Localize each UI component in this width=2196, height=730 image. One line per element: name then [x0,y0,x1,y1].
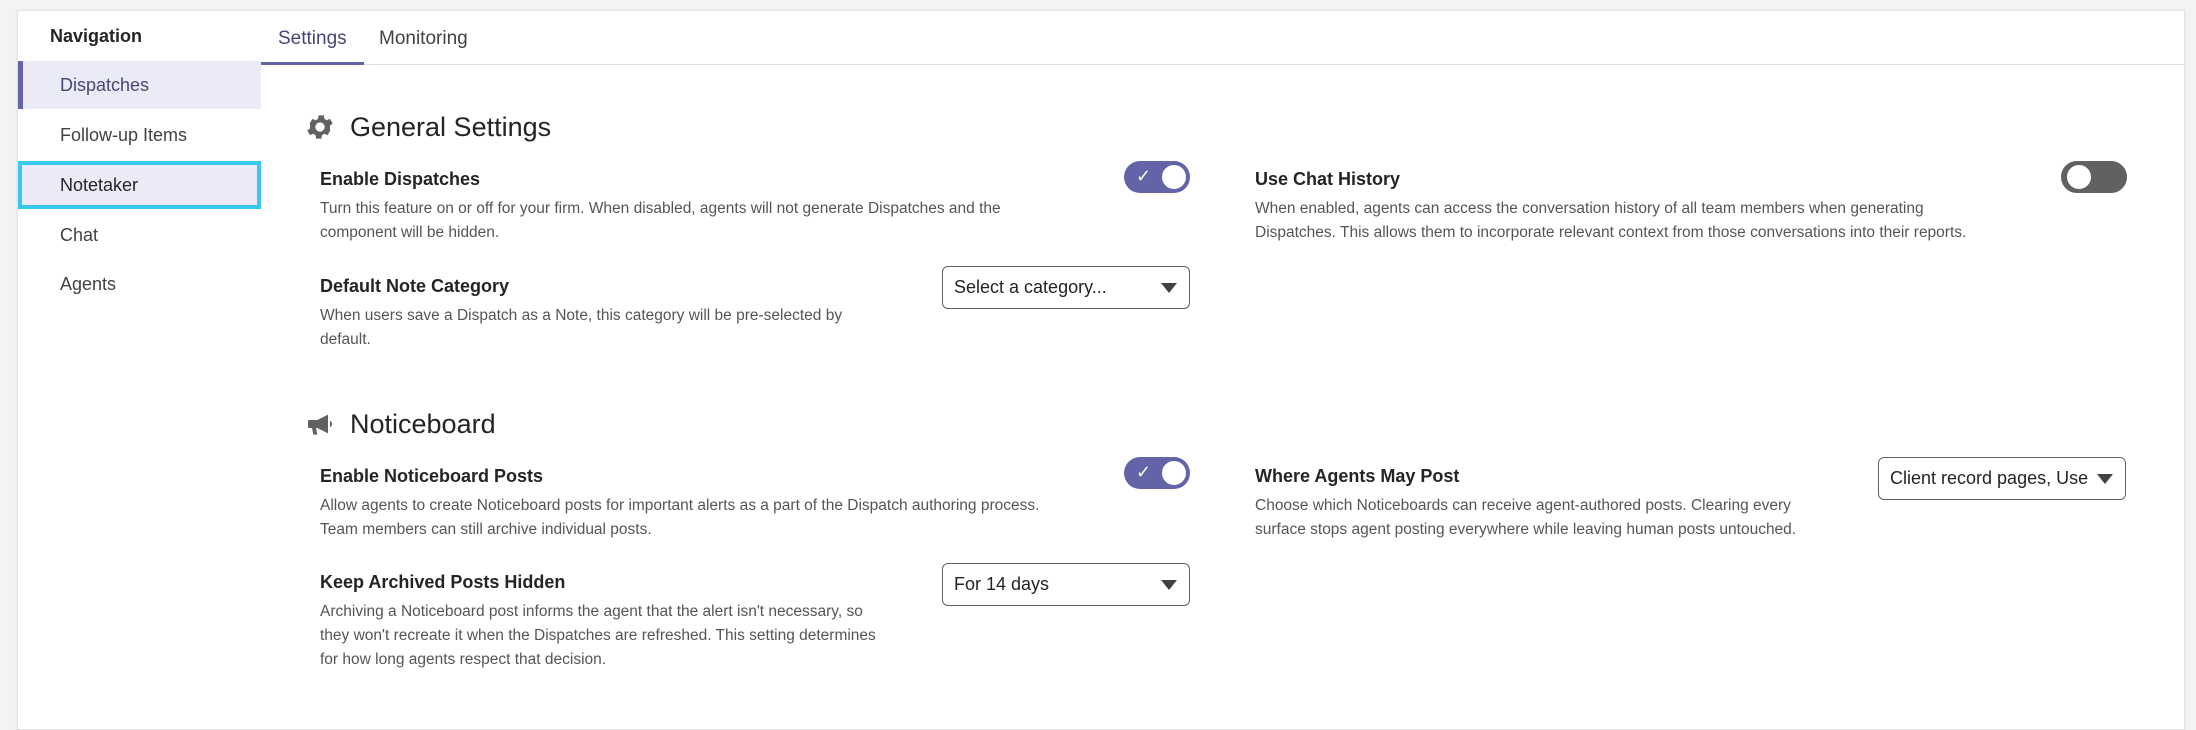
keep-archived-posts-hidden-label: Keep Archived Posts Hidden [320,572,566,592]
enable-noticeboard-posts-label: Enable Noticeboard Posts [320,466,544,486]
keep-archived-desc-line2: they won't recreate it when the Dispatch… [320,627,876,644]
enable-dispatches-desc-line2: component will be hidden. [320,224,500,241]
checkmark-icon: ✓ [1136,166,1152,186]
where-agents-may-post-label: Where Agents May Post [1255,466,1460,486]
tab-settings[interactable]: Settings [261,11,364,65]
enable-dispatches-description: Turn this feature on or off for your fir… [320,197,1001,245]
sidebar-item-dispatches[interactable]: Dispatches [18,61,261,109]
sidebar-item-follow-up-items[interactable]: Follow-up Items [18,111,261,159]
use-chat-history-description: When enabled, agents can access the conv… [1255,197,1966,245]
general-settings-title: General Settings [350,111,552,142]
enable-noticeboard-posts-desc-line2: Team members can still archive individua… [320,521,652,538]
gear-icon [304,111,336,143]
sidebar-item-notetaker[interactable]: Notetaker [18,161,261,209]
default-note-category-label: Default Note Category [320,276,510,296]
default-note-category-placeholder: Select a category... [954,277,1107,297]
use-chat-history-desc-line1: When enabled, agents can access the conv… [1255,200,1924,217]
where-agents-may-post-select[interactable]: Client record pages, Use [1878,457,2126,500]
where-agents-may-post-desc-line1: Choose which Noticeboards can receive ag… [1255,497,1791,514]
noticeboard-heading: Noticeboard [304,408,496,440]
enable-dispatches-desc-line1: Turn this feature on or off for your fir… [320,200,1001,217]
sidebar-navigation: Navigation Dispatches Follow-up Items No… [18,11,261,721]
enable-noticeboard-posts-description: Allow agents to create Noticeboard posts… [320,494,1039,542]
enable-noticeboard-posts-toggle[interactable]: ✓ [1124,457,1190,489]
megaphone-icon [304,408,336,440]
use-chat-history-desc-line2: Dispatches. This allows them to incorpor… [1255,224,1967,241]
chevron-down-icon [1161,283,1177,293]
default-note-category-description: When users save a Dispatch as a Note, th… [320,304,842,352]
use-chat-history-toggle[interactable] [2061,161,2127,193]
enable-dispatches-label: Enable Dispatches [320,169,481,189]
where-agents-may-post-desc-line2: surface stops agent posting everywhere w… [1255,521,1797,538]
noticeboard-title: Noticeboard [350,408,496,439]
toggle-knob [2067,165,2091,189]
tab-bar: Settings Monitoring [261,11,2186,65]
sidebar-item-agents[interactable]: Agents [18,260,261,308]
toggle-knob [1162,461,1186,485]
general-settings-heading: General Settings [304,111,551,143]
where-agents-may-post-description: Choose which Noticeboards can receive ag… [1255,494,1796,542]
toggle-knob [1162,165,1186,189]
app-frame: Navigation Dispatches Follow-up Items No… [17,10,2186,730]
keep-archived-posts-hidden-description: Archiving a Noticeboard post informs the… [320,600,876,672]
enable-noticeboard-posts-desc-line1: Allow agents to create Noticeboard posts… [320,497,1040,514]
keep-archived-posts-hidden-select[interactable]: For 14 days [942,563,1190,606]
enable-dispatches-toggle[interactable]: ✓ [1124,161,1190,193]
keep-archived-desc-line3: for how long agents respect that decisio… [320,651,607,668]
chevron-down-icon [2097,474,2113,484]
default-note-category-desc-line2: default. [320,331,371,348]
sidebar-title: Navigation [50,26,143,46]
keep-archived-posts-hidden-value: For 14 days [954,574,1050,594]
use-chat-history-label: Use Chat History [1255,169,1401,189]
tab-monitoring[interactable]: Monitoring [362,11,485,65]
where-agents-may-post-value: Client record pages, Use [1890,468,2089,488]
checkmark-icon: ✓ [1136,462,1152,482]
default-note-category-select[interactable]: Select a category... [942,266,1190,309]
chevron-down-icon [1161,580,1177,590]
default-note-category-desc-line1: When users save a Dispatch as a Note, th… [320,307,843,324]
keep-archived-desc-line1: Archiving a Noticeboard post informs the… [320,603,863,620]
sidebar-item-chat[interactable]: Chat [18,211,261,259]
